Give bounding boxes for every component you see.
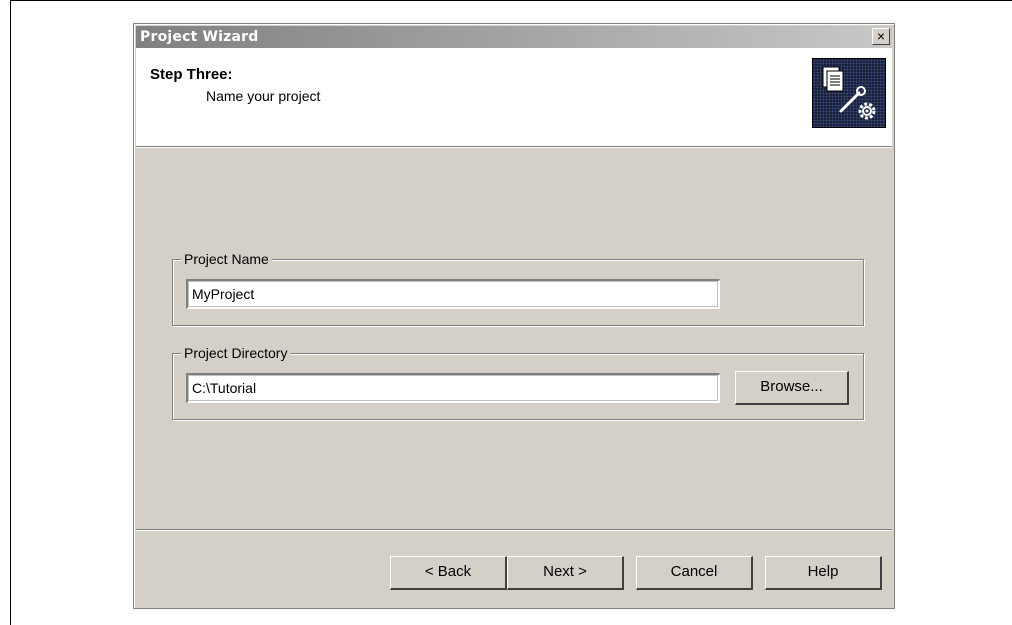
step-subtitle: Name your project: [206, 88, 321, 104]
footer-separator: [136, 529, 892, 531]
project-directory-input[interactable]: C:\Tutorial: [186, 373, 720, 403]
close-button[interactable]: ×: [872, 28, 890, 45]
wizard-header: Step Three: Name your project: [136, 48, 892, 147]
project-name-label: Project Name: [181, 251, 272, 267]
cancel-button[interactable]: Cancel: [636, 556, 753, 590]
back-button[interactable]: < Back: [390, 556, 507, 590]
window-title: Project Wizard: [140, 29, 259, 45]
title-bar[interactable]: Project Wizard ×: [136, 26, 892, 48]
project-name-group: Project Name MyProject: [172, 251, 864, 326]
project-directory-label: Project Directory: [181, 345, 291, 361]
header-divider: [136, 147, 892, 148]
project-name-input[interactable]: MyProject: [186, 279, 720, 309]
project-directory-group: Project Directory C:\Tutorial Browse...: [172, 345, 864, 420]
close-icon: ×: [876, 28, 886, 44]
project-wizard-icon: [812, 58, 886, 128]
help-button[interactable]: Help: [765, 556, 882, 590]
browse-button[interactable]: Browse...: [735, 371, 849, 405]
step-title: Step Three:: [150, 66, 233, 83]
project-wizard-dialog: Project Wizard × Step Three: Name your p…: [133, 23, 895, 609]
next-button[interactable]: Next >: [507, 556, 624, 590]
